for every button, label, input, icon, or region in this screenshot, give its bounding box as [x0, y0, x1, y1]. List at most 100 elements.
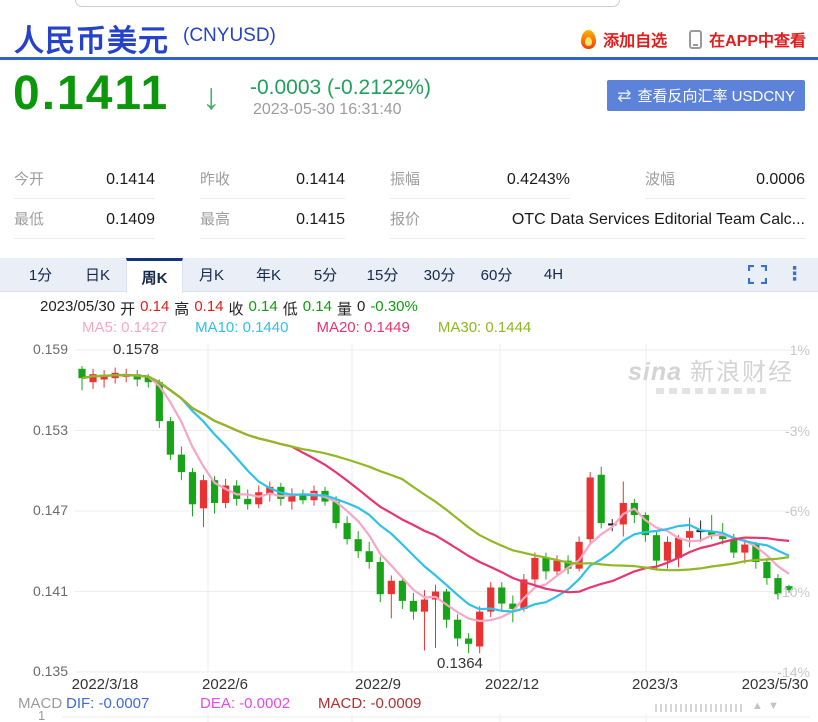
macd-item: DEA: -0.0002 [200, 695, 291, 712]
stat-value: 0.1414 [106, 171, 155, 188]
add-watchlist-label: 添加自选 [603, 33, 668, 50]
tab-period-5[interactable]: 5分 [297, 258, 354, 291]
x-axis-label: 2022/3/18 [71, 676, 139, 693]
sina-logo: sina [628, 358, 683, 386]
high-annotation: 0.1578 [113, 341, 159, 358]
ohlc-part: 收 [228, 301, 244, 318]
ohlc-part: 量 [336, 301, 352, 318]
ma-label: MA5: 0.1427 [82, 319, 168, 336]
stat-label: 今开 [14, 171, 45, 188]
stat-cell-报价: 报价 OTC Data Services Editorial Team Calc.… [390, 208, 805, 239]
low-annotation: 0.1364 [437, 655, 483, 672]
quote-page: 人民币美元 (CNYUSD) 添加自选 在APP中查看 0.1411 ↓ -0.… [0, 0, 818, 722]
tab-period-9[interactable]: 4H [525, 258, 582, 291]
view-in-app-label: 在APP中查看 [709, 33, 806, 50]
tab-period-7[interactable]: 30分 [411, 258, 468, 291]
ohlc-part: 0.14 [140, 298, 170, 315]
y-axis-percent-label: -6% [785, 503, 810, 519]
macd-pane-tick: 1 [38, 708, 46, 722]
ohlc-part: 0.14 [248, 298, 278, 315]
x-axis-label: 2023/3 [632, 676, 678, 693]
stat-cell-今开: 今开 0.1414 [14, 168, 155, 199]
candlestick-chart[interactable]: sina 新浪财经 0.159 0.153 0.147 0.141 0.135 1% -3% -… [0, 340, 818, 722]
chart-toolbar-icons: ⋮ [748, 265, 804, 284]
y-axis-label: 0.153 [32, 421, 68, 438]
ohlc-part: 高 [174, 301, 190, 318]
watermark-subtext [656, 388, 766, 394]
tab-period-1[interactable]: 日K [69, 258, 126, 291]
stat-value: 0.4243% [506, 171, 570, 188]
tab-period-2[interactable]: 周K [126, 258, 183, 293]
ma-line-MA30 [81, 373, 790, 572]
quote-timestamp: 2023-05-30 16:31:40 [253, 101, 402, 118]
scroll-down-icon[interactable]: ▼ [768, 700, 779, 712]
y-axis-percent-label: 1% [789, 342, 810, 358]
stat-cell-最低: 最低 0.1409 [14, 208, 155, 239]
stat-label: 最高 [200, 211, 231, 228]
y-axis-label: 0.147 [32, 502, 68, 518]
y-axis-label: 0.135 [32, 663, 68, 679]
stat-label: 昨收 [200, 171, 231, 188]
stat-value: 0.1415 [296, 211, 345, 228]
stat-value: 0.1414 [296, 171, 345, 188]
y-axis-percent-label: -3% [785, 422, 810, 439]
scroll-up-icon[interactable]: ▲ [752, 700, 763, 712]
ma-values-row: MA5: 0.1427 MA10: 0.1440 MA20: 0.1449 MA30:… [82, 319, 531, 336]
stat-label: 振幅 [390, 171, 421, 188]
page-title: 人民币美元 [14, 25, 169, 58]
flame-icon [581, 29, 597, 49]
ohlc-part: 0.14 [302, 298, 332, 315]
x-axis-label: 2022/9 [355, 676, 401, 693]
ohlc-part: -0.30% [370, 298, 418, 315]
ohlc-part: 0 [356, 298, 366, 315]
ohlc-part: 2023/05/30 [40, 298, 116, 315]
chart-canvas[interactable] [0, 340, 818, 722]
sina-watermark: sina 新浪财经 [628, 352, 794, 394]
view-in-app-link[interactable]: 在APP中查看 [689, 27, 806, 51]
sina-brand-name: 新浪财经 [690, 359, 795, 386]
fullscreen-icon[interactable] [748, 265, 767, 284]
ohlc-info-row: 2023/05/30 开 0.14 高 0.14 收 0.14 低 0.14 量 0 -0.30% [40, 298, 418, 319]
tab-period-8[interactable]: 60分 [468, 258, 525, 291]
stat-value: OTC Data Services Editorial Team Calc... [511, 211, 805, 228]
tab-period-6[interactable]: 15分 [354, 258, 411, 291]
toolbar-remnant [75, 0, 620, 7]
y-axis-label: 0.159 [32, 341, 68, 357]
more-options-icon[interactable]: ⋮ [785, 265, 804, 284]
ma-line-MA5 [81, 373, 790, 623]
x-axis-label: 2022/6 [202, 676, 248, 693]
down-arrow-icon: ↓ [202, 76, 221, 117]
swap-icon: ⇄ [617, 85, 632, 105]
reverse-rate-label: 查看反向汇率 USDCNY [637, 88, 795, 105]
y-axis-percent-label: -10% [777, 583, 810, 600]
macd-item: MACD: -0.0009 [318, 695, 422, 712]
stat-label: 波幅 [645, 171, 676, 188]
stat-label: 最低 [14, 211, 45, 228]
ohlc-part: 低 [282, 301, 298, 318]
stat-cell-昨收: 昨收 0.1414 [200, 168, 345, 199]
stat-cell-波幅: 波幅 0.0006 [645, 168, 805, 199]
chart-scrollbar[interactable] [655, 704, 745, 712]
stat-cell-最高: 最高 0.1415 [200, 208, 345, 239]
stat-cell-振幅: 振幅 0.4243% [390, 168, 570, 199]
tab-period-3[interactable]: 月K [183, 258, 240, 291]
header-divider [0, 57, 818, 60]
tab-period-0[interactable]: 1分 [12, 258, 69, 291]
macd-item: DIF: -0.0007 [66, 695, 150, 712]
stat-value: 0.1409 [106, 211, 155, 228]
current-price: 0.1411 [13, 67, 170, 120]
ohlc-part: 开 [120, 301, 136, 318]
period-tabs: 1分 日K 周K 月K 年K 5分 15分 30分 60分 4H [12, 258, 582, 293]
stat-label: 报价 [390, 211, 421, 228]
add-watchlist-link[interactable]: 添加自选 [581, 27, 667, 51]
header-links: 添加自选 在APP中查看 [581, 27, 806, 51]
ohlc-part: 0.14 [194, 298, 224, 315]
phone-icon [689, 29, 703, 49]
ma-line-MA10 [81, 373, 790, 613]
ma-label: MA10: 0.1440 [195, 319, 289, 336]
reverse-rate-button[interactable]: ⇄ 查看反向汇率 USDCNY [607, 80, 805, 111]
tab-period-4[interactable]: 年K [240, 258, 297, 291]
symbol-code: (CNYUSD) [183, 25, 276, 46]
period-tabbar: 1分 日K 周K 月K 年K 5分 15分 30分 60分 4H [0, 258, 818, 293]
y-axis-label: 0.141 [32, 582, 68, 599]
